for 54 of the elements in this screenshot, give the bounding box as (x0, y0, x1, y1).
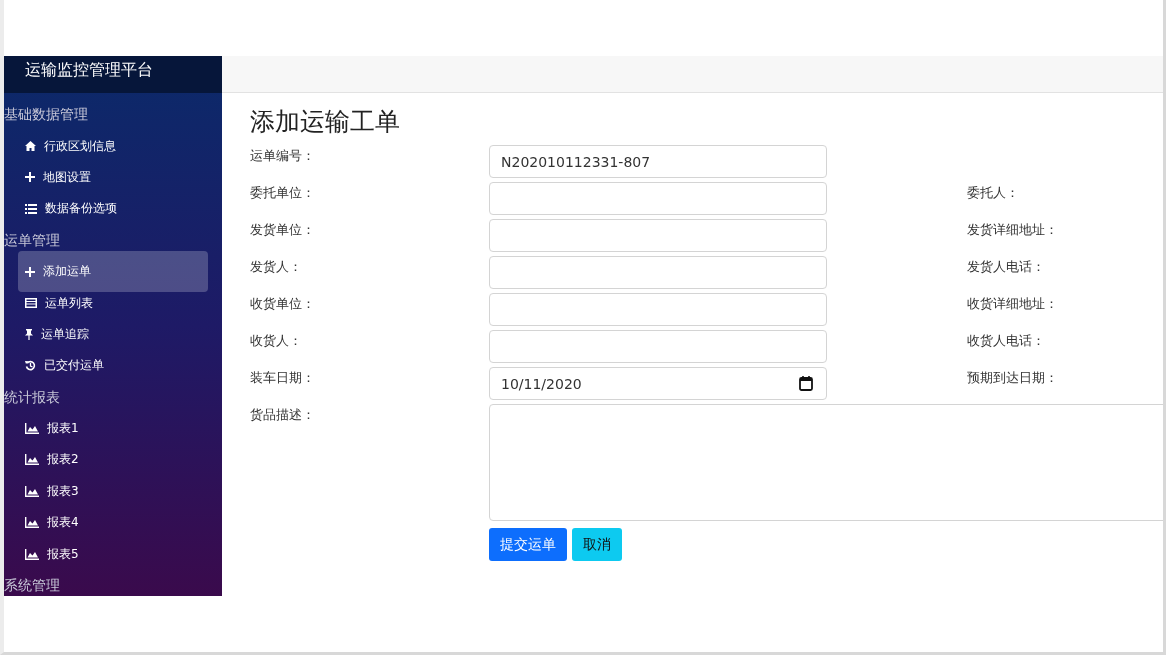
area-chart-icon (25, 517, 39, 529)
calendar-icon (799, 376, 813, 391)
sidebar-item[interactable]: 报表2 (18, 444, 208, 476)
field-label: 发货人电话： (967, 258, 1046, 276)
list-icon (25, 203, 37, 214)
app-title: 运输监控管理平台 (4, 56, 222, 93)
field-label: 委托单位： (250, 184, 316, 202)
field-label: 收货详细地址： (967, 295, 1059, 313)
sidebar-group-heading: 基础数据管理 (4, 105, 89, 124)
area-chart-icon (25, 548, 39, 560)
text-field[interactable] (489, 330, 827, 363)
sidebar-item[interactable]: 数据备份选项 (18, 193, 208, 225)
submit-button[interactable]: 提交运单 (489, 528, 567, 561)
field-label: 运单编号： (250, 147, 316, 165)
sidebar-item[interactable]: 报表4 (18, 507, 208, 539)
text-field[interactable] (489, 182, 827, 215)
sidebar-item[interactable]: 运单追踪 (18, 318, 208, 351)
sidebar-item[interactable]: 已交付运单 (18, 350, 208, 382)
sidebar-item[interactable]: 地图设置 (18, 161, 208, 194)
field-label: 货品描述： (250, 406, 316, 424)
plus-icon (25, 266, 35, 277)
date-field[interactable]: 10/11/2020 (489, 367, 827, 400)
text-field[interactable]: N202010112331-807 (489, 145, 827, 178)
text-field[interactable] (489, 293, 827, 326)
pin-icon (25, 328, 33, 340)
sidebar-item[interactable]: 报表3 (18, 475, 208, 508)
table-icon (25, 298, 37, 309)
sidebar-item[interactable]: 报表1 (18, 412, 208, 445)
field-label: 预期到达日期： (967, 369, 1059, 387)
sidebar-item[interactable]: 行政区划信息 (18, 130, 208, 162)
area-chart-icon (25, 423, 39, 435)
area-chart-icon (25, 485, 39, 497)
field-label: 收货单位： (250, 295, 316, 313)
field-label: 委托人： (967, 184, 1020, 202)
field-label: 发货单位： (250, 221, 316, 239)
sidebar-group-heading: 统计报表 (4, 387, 61, 407)
sidebar-group-heading: 运单管理 (4, 230, 61, 250)
field-label: 装车日期： (250, 369, 316, 387)
field-label: 收货人电话： (967, 332, 1046, 350)
text-field[interactable] (489, 256, 827, 289)
text-field[interactable] (489, 219, 827, 252)
cancel-button[interactable]: 取消 (572, 528, 622, 561)
history-icon (25, 360, 36, 372)
description-field[interactable] (489, 404, 1163, 521)
sidebar-item[interactable]: 报表5 (18, 538, 208, 570)
field-label: 发货详细地址： (967, 221, 1059, 239)
plus-icon (25, 172, 35, 183)
field-label: 收货人： (250, 332, 303, 350)
sidebar-group-heading: 系统管理 (4, 575, 61, 595)
home-icon (25, 141, 36, 152)
sidebar-item[interactable]: 添加运单 (18, 250, 208, 293)
page-title: 添加运输工单 (250, 107, 401, 137)
area-chart-icon (25, 454, 39, 466)
field-label: 发货人： (250, 258, 303, 276)
